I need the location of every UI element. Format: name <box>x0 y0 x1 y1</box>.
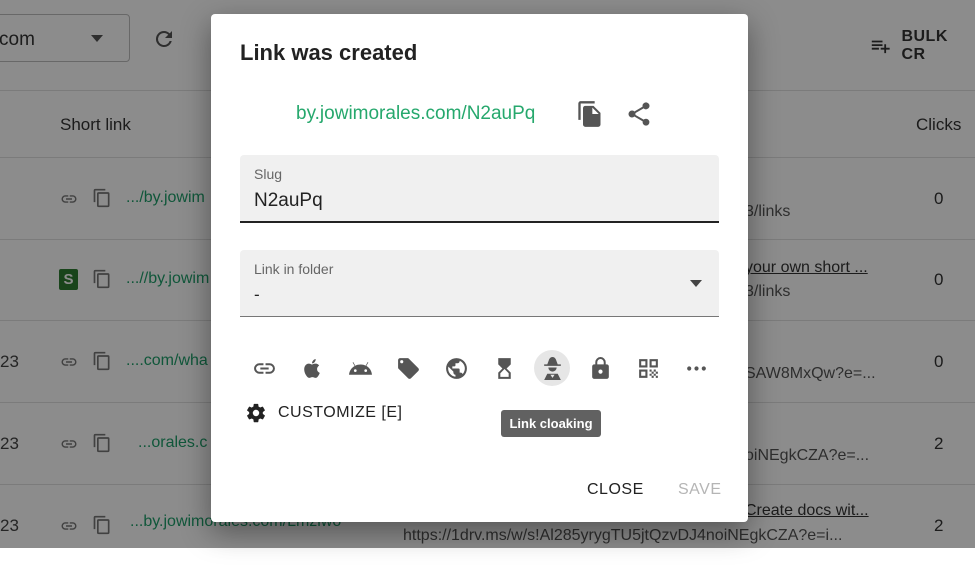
qr-code-icon[interactable] <box>630 350 666 386</box>
more-icon[interactable] <box>678 350 714 386</box>
tag-icon[interactable] <box>390 350 426 386</box>
folder-label: Link in folder <box>254 261 334 277</box>
apple-icon[interactable] <box>294 350 330 386</box>
created-short-link[interactable]: by.jowimorales.com/N2auPq <box>296 103 535 125</box>
copy-icon[interactable] <box>576 100 604 128</box>
link-icon[interactable] <box>246 350 282 386</box>
customize-label: CUSTOMIZE [E] <box>278 404 403 421</box>
slug-input[interactable]: N2auPq <box>254 190 323 212</box>
globe-icon[interactable] <box>438 350 474 386</box>
link-created-dialog: Link was created by.jowimorales.com/N2au… <box>211 14 748 522</box>
android-icon[interactable] <box>342 350 378 386</box>
customize-button[interactable]: CUSTOMIZE [E] <box>245 402 402 424</box>
hourglass-icon[interactable] <box>486 350 522 386</box>
spy-icon[interactable] <box>534 350 570 386</box>
chevron-down-icon <box>690 280 702 287</box>
dialog-title: Link was created <box>240 40 418 65</box>
lock-icon[interactable] <box>582 350 618 386</box>
gear-icon <box>247 403 265 423</box>
close-button[interactable]: CLOSE <box>587 481 644 499</box>
slug-field[interactable]: Slug N2auPq <box>240 155 719 223</box>
slug-label: Slug <box>254 166 283 182</box>
folder-select[interactable]: Link in folder - <box>240 250 719 317</box>
link-cloaking-tooltip: Link cloaking <box>501 410 601 437</box>
feature-icon-bar <box>246 350 726 386</box>
folder-value: - <box>254 285 260 304</box>
save-button[interactable]: SAVE <box>678 481 722 499</box>
share-icon[interactable] <box>625 100 653 128</box>
